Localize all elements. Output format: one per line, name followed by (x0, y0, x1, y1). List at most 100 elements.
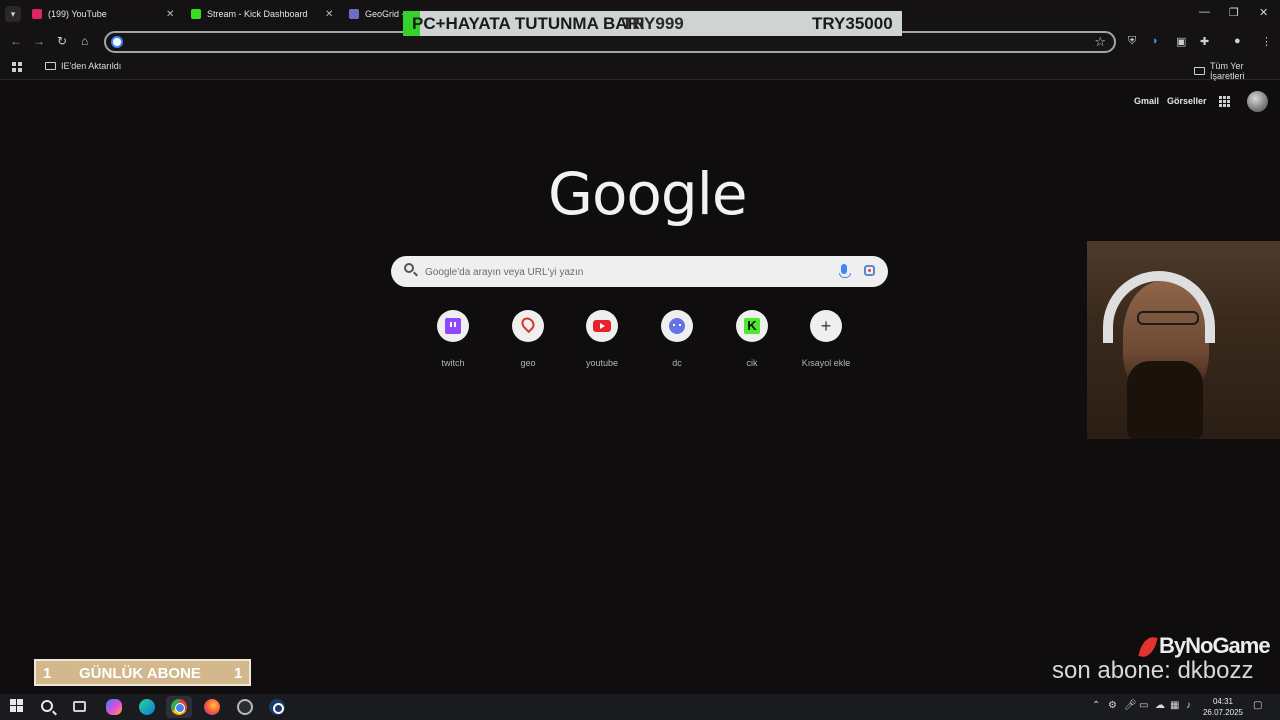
media-extension-icon[interactable]: ▣ (1176, 35, 1186, 48)
tray-display-icon[interactable]: ▭ (1139, 700, 1148, 711)
donation-goal-amount: TRY35000 (812, 14, 893, 33)
shortcut-label: cik (746, 358, 758, 368)
back-icon[interactable]: ← (10, 34, 22, 48)
taskbar: ⌃ ⚙ 🎤︎ ▭ ☁ ▦ ♪ 04:31 26.07.2025 ▢ (0, 694, 1280, 720)
shortcut-dc[interactable]: dc (647, 310, 707, 368)
shortcut-label: twitch (441, 358, 465, 368)
shortcut-tile (512, 310, 544, 342)
shortcut-tile (661, 310, 693, 342)
folder-icon (45, 62, 56, 70)
chrome-icon[interactable] (171, 699, 187, 715)
copilot-icon[interactable] (106, 699, 122, 715)
shortcut-twitch[interactable]: twitch (423, 310, 483, 368)
glasses-icon (1137, 311, 1199, 325)
tray-chevron-icon[interactable]: ⌃ (1092, 700, 1100, 711)
shortcut-label: youtube (585, 358, 619, 368)
close-icon[interactable]: ✕ (166, 9, 174, 20)
tab-label: (199) YouTube (48, 9, 107, 19)
menu-icon[interactable]: ⋮ (1261, 35, 1272, 48)
google-logo: Google (548, 160, 748, 228)
daily-subs-counter: 1 GÜNLÜK ABONE 1 (34, 659, 251, 686)
last-subscriber: son abone: dkbozz (1052, 657, 1254, 684)
network-icon[interactable]: ▦ (1170, 700, 1179, 711)
tab-search-button[interactable]: ▾ (5, 6, 21, 22)
folder-icon (1194, 67, 1205, 75)
screen: ▾ (199) YouTube ✕ Stream - Kick Dashboar… (0, 0, 1280, 720)
volume-icon[interactable]: ♪ (1186, 700, 1191, 711)
shortcut-youtube[interactable]: youtube (572, 310, 632, 368)
twitch-icon (445, 318, 461, 334)
sponsor-logo: ByNoGame (1138, 633, 1271, 660)
minimize-icon[interactable]: — (1199, 6, 1210, 18)
google-icon (111, 36, 123, 48)
youtube-icon (593, 320, 611, 332)
tab-kick-dashboard[interactable]: Stream - Kick Dashboard ✕ (191, 4, 341, 24)
search-input[interactable] (425, 264, 825, 280)
shortcut-add[interactable]: + Kısayol ekle (796, 310, 856, 368)
kick-icon (191, 9, 201, 19)
taskbar-search-icon[interactable] (41, 700, 53, 712)
apps-grid-icon[interactable] (12, 62, 23, 73)
steam-icon[interactable] (269, 699, 285, 715)
search-icon (404, 263, 414, 273)
windows-start-icon[interactable] (10, 699, 26, 715)
extensions-icon[interactable]: ✚ (1200, 35, 1209, 48)
address-input[interactable] (128, 34, 1088, 50)
task-view-icon[interactable] (73, 701, 86, 712)
donation-goal-title: PC+HAYATA TUTUNMA BARI (412, 14, 645, 33)
profile-icon[interactable]: ● (1234, 35, 1241, 47)
shield-extension-icon[interactable]: ⛨ (1128, 35, 1136, 48)
daily-subs-count: 1 (43, 665, 52, 682)
game-client-icon[interactable] (237, 699, 253, 715)
shortcut-geo[interactable]: geo (498, 310, 558, 368)
lens-icon[interactable] (864, 265, 875, 276)
geogrid-icon (349, 9, 359, 19)
shortcut-tile: + (810, 310, 842, 342)
tab-label: Stream - Kick Dashboard (207, 9, 308, 19)
plus-icon: + (820, 316, 832, 336)
microphone-icon[interactable]: 🎤︎ (1124, 700, 1137, 711)
tab-geogrid[interactable]: GeoGrid - (349, 4, 409, 24)
audio-extension-icon[interactable]: ◗ (1152, 35, 1159, 47)
bookmarks-bar: IE'den Aktarıldı Tüm Yer İşaretleri (0, 56, 1280, 81)
daily-subs-label: GÜNLÜK ABONE (79, 665, 201, 682)
reload-icon[interactable]: ↻ (57, 34, 67, 48)
shortcut-tile (586, 310, 618, 342)
donation-current-amount: TRY999 (622, 14, 684, 33)
map-pin-icon (518, 314, 538, 334)
notifications-icon[interactable]: ▢ (1253, 700, 1262, 711)
shortcut-tile (437, 310, 469, 342)
bookmark-folder-imported[interactable]: IE'den Aktarıldı (45, 61, 121, 71)
shortcut-cik[interactable]: K cik (722, 310, 782, 368)
close-window-icon[interactable]: ✕ (1259, 6, 1268, 19)
system-clock[interactable]: 04:31 26.07.2025 (1200, 696, 1246, 718)
forward-icon[interactable]: → (33, 34, 45, 48)
google-search-box[interactable] (391, 256, 888, 287)
clock-date: 26.07.2025 (1202, 708, 1244, 717)
kick-icon: K (744, 318, 760, 334)
restore-icon[interactable]: ❐ (1229, 6, 1239, 19)
voice-search-icon[interactable] (839, 264, 851, 278)
firefox-icon[interactable] (204, 699, 220, 715)
home-icon[interactable]: ⌂ (81, 34, 88, 48)
cloud-icon[interactable]: ☁ (1155, 700, 1165, 711)
google-apps-icon[interactable] (1219, 96, 1231, 108)
images-link[interactable]: Görseller (1167, 96, 1207, 106)
bookmark-label: Tüm Yer İşaretleri (1209, 61, 1245, 81)
bookmark-star-icon[interactable]: ☆ (1094, 34, 1106, 50)
feather-icon (1138, 634, 1158, 660)
edge-icon[interactable] (139, 699, 155, 715)
close-icon[interactable]: ✕ (325, 9, 333, 20)
tray-app-icon[interactable]: ⚙ (1108, 700, 1117, 711)
tab-youtube[interactable]: (199) YouTube ✕ (32, 4, 182, 24)
youtube-icon (32, 9, 42, 19)
gmail-link[interactable]: Gmail (1134, 96, 1159, 106)
donation-goal-bar: PC+HAYATA TUTUNMA BARI TRY999 TRY35000 (403, 11, 902, 36)
shortcut-label: dc (672, 358, 682, 368)
bookmark-folder-all[interactable]: Tüm Yer İşaretleri (1194, 61, 1280, 81)
discord-icon (669, 318, 685, 334)
streamer-beard (1127, 361, 1203, 439)
clock-time: 04:31 (1212, 697, 1234, 706)
daily-subs-goal: 1 (234, 665, 243, 682)
account-avatar[interactable] (1247, 91, 1268, 112)
